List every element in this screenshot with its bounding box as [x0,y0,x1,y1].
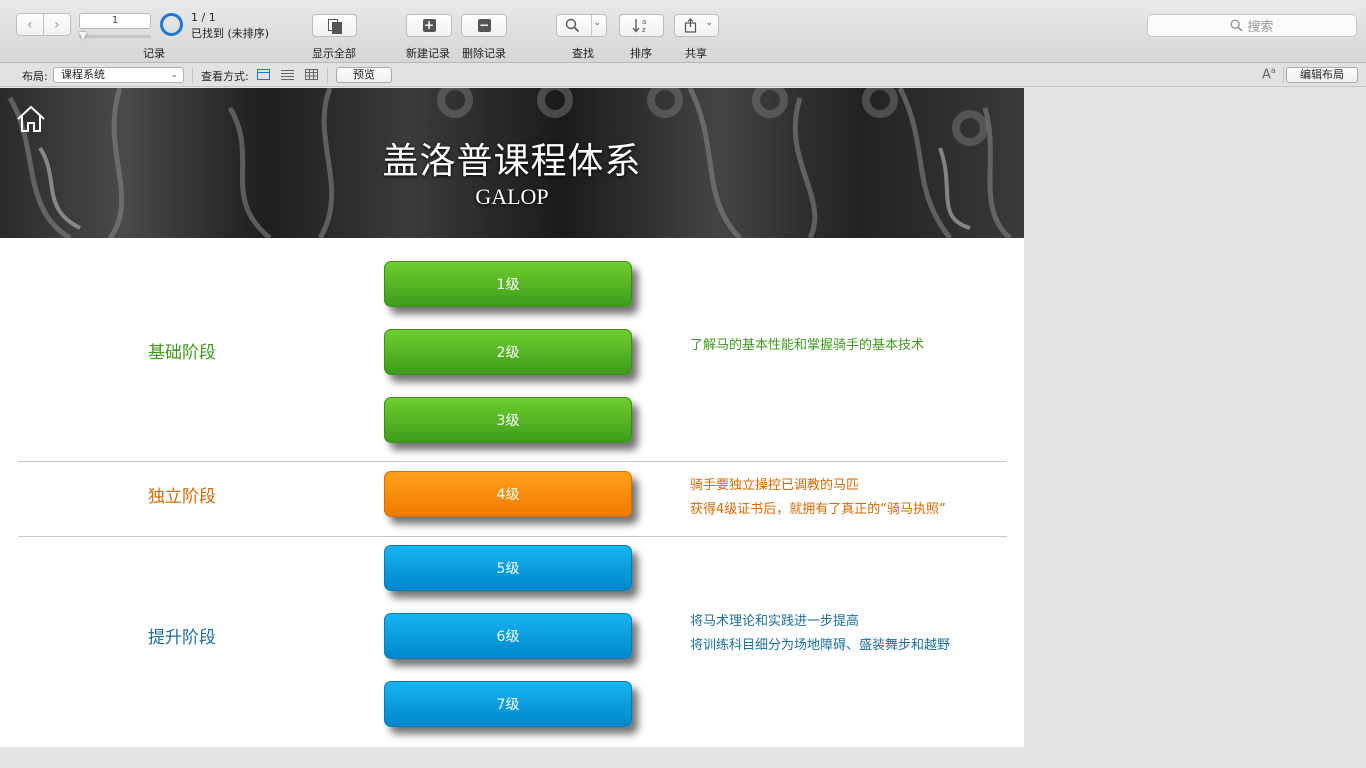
search-icon [1231,19,1243,32]
preview-button[interactable]: 预览 [336,67,392,83]
level-6-button[interactable]: 6级 [384,613,632,659]
share-button[interactable]: ⌄ [674,14,719,37]
found-status: 已找到 (未排序) [191,27,270,40]
new-record-label: 新建记录 [406,47,450,60]
previous-record-button[interactable]: ‹ [16,13,44,36]
stage-desc-basic: 了解马的基本性能和掌握骑手的基本技术 [690,334,924,358]
layout-content: 盖洛普课程体系 GALOP 基础阶段 1级 2级 3级 了解马的基本性能和掌握骑… [0,88,1024,747]
record-number-input[interactable]: 1 [79,13,151,29]
record-nav-group: ‹ › [16,13,71,36]
magnifier-icon [565,18,580,33]
banner-title: 盖洛普课程体系 [382,141,642,182]
sort-button[interactable]: a z [619,14,664,37]
delete-record-label: 删除记录 [462,47,506,60]
view-as-label: 查看方式: [201,70,249,83]
level-3-button[interactable]: 3级 [384,397,632,443]
find-button[interactable]: ⌄ [556,14,607,37]
sort-label: 排序 [630,47,652,60]
chevron-down-icon: ⌄ [170,70,178,80]
svg-text:z: z [642,26,646,34]
record-label: 记录 [143,47,165,60]
toolbar: ‹ › 1 记录 1 / 1 已找到 (未排序) 显示全部 + 新建记录 − 删… [0,0,1366,63]
sort-az-icon: a z [632,18,646,34]
found-set-pie-icon [160,13,183,36]
stage-divider [18,461,1007,462]
level-5-button[interactable]: 5级 [384,545,632,591]
layout-select[interactable]: 课程系统 ⌄ [53,67,184,83]
chevron-down-icon: ⌄ [705,18,713,28]
view-as-list-icon[interactable] [281,69,294,80]
separator [192,67,193,83]
stage-desc-line: 将训练科目细分为场地障碍、盛装舞步和越野 [690,638,951,653]
view-as-table-icon[interactable] [305,69,318,80]
level-4-button[interactable]: 4级 [384,471,632,517]
stage-label-advanced: 提升阶段 [148,628,216,648]
text-format-icon[interactable]: Aa [1262,66,1276,82]
plus-icon: + [422,18,436,32]
search-placeholder: 搜索 [1247,20,1274,35]
share-icon [684,18,697,33]
chevron-left-icon: ‹ [26,16,33,33]
separator [327,67,328,83]
chevron-down-icon [591,15,592,36]
found-count: 1 / 1 [191,11,216,24]
banner-image: 盖洛普课程体系 GALOP [0,88,1024,238]
layout-bar: 布局: 课程系统 ⌄ 查看方式: 预览 Aa 编辑布局 [0,63,1366,87]
level-1-button[interactable]: 1级 [384,261,632,307]
delete-record-button[interactable]: − [461,14,507,37]
stage-desc-independent: 骑手要独立操控已调教的马匹 获得4级证书后，就拥有了真正的“骑马执照” [690,474,946,522]
layout-label: 布局: [22,70,48,83]
stage-divider [18,536,1007,537]
banner-subtitle: GALOP [475,184,549,209]
stage-desc-line: 了解马的基本性能和掌握骑手的基本技术 [690,338,925,353]
stage-desc-line: 获得4级证书后，就拥有了真正的“骑马执照” [690,502,946,517]
stage-desc-advanced: 将马术理论和实践进一步提高 将训练科目细分为场地障碍、盛装舞步和越野 [690,610,950,658]
level-2-button[interactable]: 2级 [384,329,632,375]
show-all-button[interactable] [312,14,357,37]
stage-label-basic: 基础阶段 [148,343,216,363]
search-input[interactable]: 搜索 [1147,14,1357,37]
level-7-button[interactable]: 7级 [384,681,632,727]
stage-desc-line: 骑手要独立操控已调教的马匹 [690,478,860,493]
edit-layout-button[interactable]: 编辑布局 [1286,67,1358,83]
chevron-right-icon: › [53,16,60,33]
pages-icon [327,18,342,34]
show-all-label: 显示全部 [312,47,356,60]
layout-select-value: 课程系统 [61,68,105,81]
separator [1283,67,1284,83]
record-slider-track[interactable] [79,35,151,38]
minus-icon: − [477,18,491,32]
next-record-button[interactable]: › [43,13,71,36]
svg-text:a: a [642,18,646,26]
view-as-form-icon[interactable] [257,69,270,80]
new-record-button[interactable]: + [406,14,452,37]
home-icon[interactable] [16,104,46,134]
record-slider-thumb[interactable] [79,32,87,40]
stage-label-independent: 独立阶段 [148,487,216,507]
find-dropdown-chevron-icon[interactable]: ⌄ [593,18,601,28]
share-label: 共享 [685,47,707,60]
stage-desc-line: 将马术理论和实践进一步提高 [690,614,860,629]
find-label: 查找 [572,47,594,60]
